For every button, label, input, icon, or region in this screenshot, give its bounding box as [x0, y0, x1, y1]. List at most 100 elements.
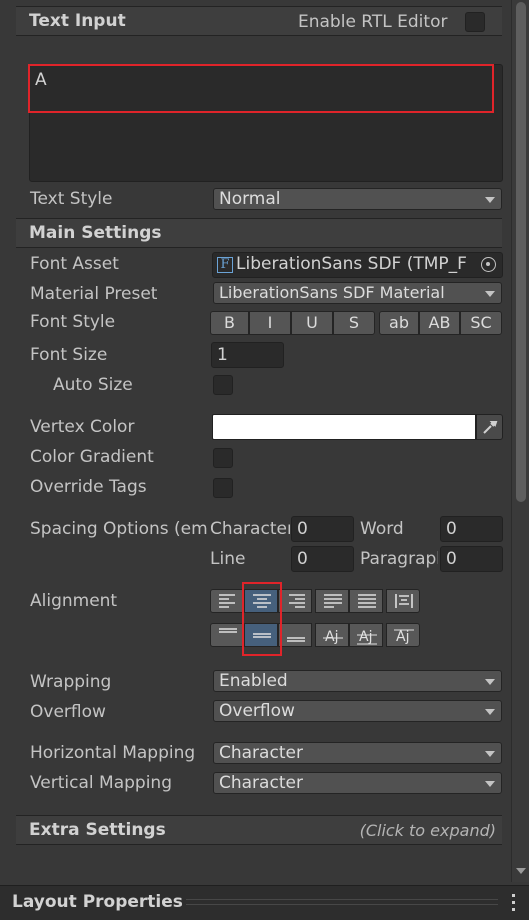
auto-size-checkbox[interactable] [213, 375, 233, 395]
align-capline-button[interactable]: Aj [386, 623, 420, 647]
alignment-label: Alignment [30, 591, 118, 611]
font-style-smallcaps-button[interactable]: SC [460, 311, 502, 335]
chevron-down-icon [485, 709, 495, 715]
align-justified-icon [324, 594, 342, 608]
spacing-character-label: Character [210, 519, 290, 539]
align-justified-button[interactable] [315, 589, 349, 613]
color-gradient-checkbox[interactable] [213, 448, 233, 468]
font-style-lowercase-button[interactable]: ab [379, 311, 419, 335]
eyedropper-button[interactable] [476, 414, 503, 440]
extra-settings-hint: (Click to expand) [359, 821, 496, 840]
highlight-box-text-input [28, 64, 494, 113]
main-settings-header[interactable]: Main Settings [16, 218, 502, 248]
wrapping-value: Enabled [219, 671, 288, 691]
horizontal-mapping-value: Character [219, 743, 303, 763]
align-right-icon [289, 594, 305, 608]
material-preset-label: Material Preset [30, 284, 158, 304]
wrapping-label: Wrapping [30, 672, 112, 692]
font-style-bold-button[interactable]: B [210, 311, 249, 335]
font-size-label: Font Size [30, 345, 108, 365]
horizontal-mapping-label: Horizontal Mapping [30, 743, 196, 763]
scrollbar-thumb[interactable] [516, 2, 526, 502]
horizontal-mapping-dropdown[interactable]: Character [213, 742, 502, 764]
svg-text:Aj: Aj [396, 629, 409, 645]
vertical-mapping-value: Character [219, 773, 303, 793]
overflow-value: Overflow [219, 701, 295, 721]
align-bottom-button[interactable] [278, 623, 312, 647]
spacing-word-label: Word [360, 519, 404, 539]
overflow-dropdown[interactable]: Overflow [213, 700, 502, 722]
chevron-down-icon [485, 679, 495, 685]
text-style-dropdown[interactable]: Normal [213, 188, 502, 210]
vertex-color-swatch[interactable] [212, 414, 476, 440]
chevron-down-icon [485, 781, 495, 787]
vertical-mapping-dropdown[interactable]: Character [213, 772, 502, 794]
spacing-paragraph-input[interactable]: 0 [440, 546, 503, 572]
object-picker-icon[interactable] [481, 257, 496, 272]
align-top-button[interactable] [210, 623, 244, 647]
auto-size-label: Auto Size [53, 375, 133, 395]
align-midline-icon: Aj [357, 629, 377, 645]
align-midline-button[interactable]: Aj [349, 623, 383, 647]
font-asset-value: LiberationSans SDF (TMP_F [236, 254, 467, 274]
text-input-title: Text Input [29, 11, 126, 31]
align-flush-icon [358, 594, 376, 608]
align-right-button[interactable] [278, 589, 312, 613]
font-asset-label: Font Asset [30, 254, 119, 274]
wrapping-dropdown[interactable]: Enabled [213, 670, 502, 692]
chevron-down-icon [485, 751, 495, 757]
font-style-underline-button[interactable]: U [291, 311, 333, 335]
spacing-character-input[interactable]: 0 [291, 516, 354, 542]
enable-rtl-label: Enable RTL Editor [298, 12, 448, 32]
color-gradient-label: Color Gradient [30, 447, 154, 467]
align-top-icon [219, 628, 237, 633]
align-left-icon [219, 594, 235, 608]
font-asset-field[interactable]: F LiberationSans SDF (TMP_F [212, 252, 503, 278]
font-style-uppercase-button[interactable]: AB [419, 311, 460, 335]
material-preset-value: LiberationSans SDF Material [219, 283, 445, 302]
align-left-button[interactable] [210, 589, 244, 613]
text-style-value: Normal [219, 189, 281, 209]
scroll-down-arrow-icon[interactable] [516, 868, 526, 874]
align-baseline-icon: Aj [323, 629, 343, 645]
font-asset-icon: F [217, 257, 233, 273]
overflow-label: Overflow [30, 702, 106, 722]
override-tags-checkbox[interactable] [213, 478, 233, 498]
main-settings-title: Main Settings [29, 223, 162, 243]
text-input-header[interactable]: Text Input Enable RTL Editor [16, 6, 502, 36]
spacing-word-input[interactable]: 0 [440, 516, 503, 542]
align-geometry-center-button[interactable] [386, 589, 420, 613]
font-style-italic-button[interactable]: I [249, 311, 291, 335]
chevron-down-icon [485, 291, 495, 297]
align-bottom-icon [287, 637, 305, 642]
spacing-paragraph-label: Paragraph [360, 549, 438, 569]
layout-properties-bar[interactable]: Layout Properties [0, 885, 529, 920]
spacing-options-label: Spacing Options (em) [30, 519, 209, 539]
spacing-line-input[interactable]: 0 [291, 546, 354, 572]
font-style-label: Font Style [30, 312, 116, 332]
extra-settings-title: Extra Settings [29, 820, 166, 840]
chevron-down-icon [485, 197, 495, 203]
align-geometry-center-icon [395, 594, 413, 608]
layout-properties-title: Layout Properties [12, 892, 183, 912]
font-size-input[interactable]: 1 [211, 342, 284, 368]
eyedropper-icon [483, 421, 498, 434]
kebab-menu-icon[interactable] [512, 894, 516, 912]
scrollbar[interactable] [511, 0, 529, 882]
enable-rtl-checkbox[interactable] [465, 12, 485, 32]
svg-text:Aj: Aj [325, 629, 338, 645]
material-preset-dropdown[interactable]: LiberationSans SDF Material [213, 282, 502, 304]
svg-text:Aj: Aj [359, 629, 372, 645]
align-flush-button[interactable] [349, 589, 383, 613]
vertical-mapping-label: Vertical Mapping [30, 773, 172, 793]
text-style-label: Text Style [30, 189, 113, 209]
override-tags-label: Override Tags [30, 477, 147, 497]
panel-drag-handle[interactable] [186, 899, 498, 905]
align-baseline-button[interactable]: Aj [315, 623, 349, 647]
align-capline-icon: Aj [394, 629, 414, 645]
highlight-box-alignment [242, 582, 282, 656]
extra-settings-header[interactable]: Extra Settings (Click to expand) [16, 815, 502, 845]
spacing-line-label: Line [210, 549, 246, 569]
font-style-strikethrough-button[interactable]: S [333, 311, 375, 335]
vertex-color-label: Vertex Color [30, 417, 135, 437]
